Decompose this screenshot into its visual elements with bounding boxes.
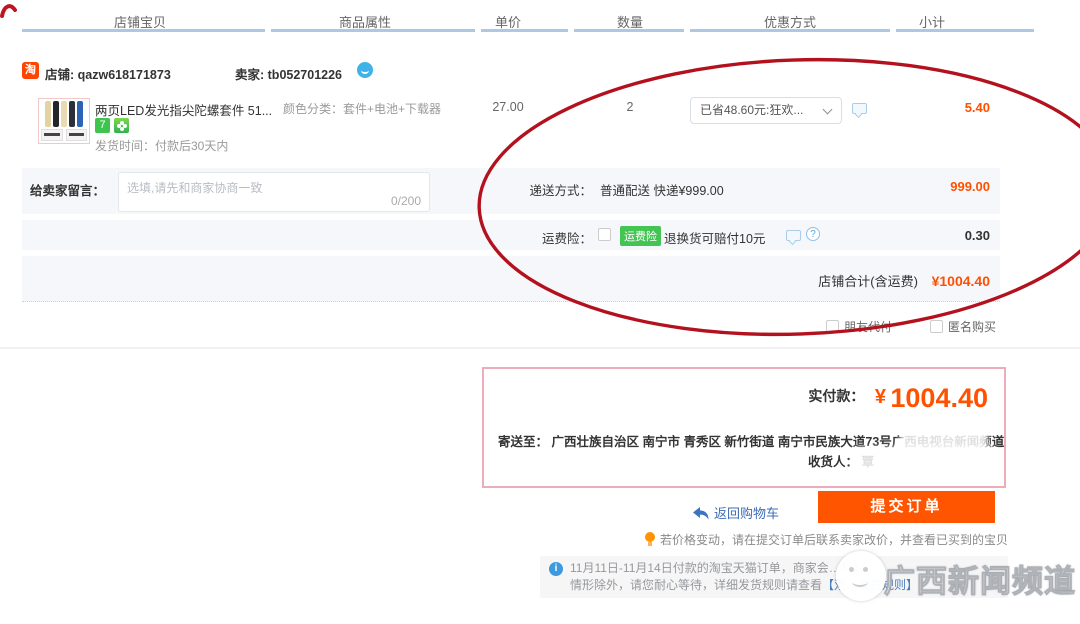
actual-payment-amount: 1004.40 bbox=[890, 383, 988, 413]
payment-summary-box: 实付款： ¥ 1004.40 寄送至： 广西壮族自治区 南宁市 青秀区 新竹街道… bbox=[482, 367, 1006, 488]
anonymous-buy-label: 匿名购买 bbox=[948, 320, 996, 334]
delivery-method-value: 普通配送 快递¥999.00 bbox=[600, 180, 724, 199]
charity-item-icon bbox=[114, 118, 129, 133]
insurance-fee: 0.30 bbox=[870, 228, 990, 243]
header-underline bbox=[896, 29, 1034, 32]
header-underline bbox=[271, 29, 475, 32]
price-change-tip: 若价格变动，请在提交订单后联系卖家改价，并查看已买到的宝贝 bbox=[620, 531, 1008, 548]
product-thumbnail-image bbox=[41, 101, 87, 127]
delivery-method-label: 递送方式： bbox=[492, 180, 592, 199]
privacy-blur bbox=[904, 429, 984, 447]
receiver-label: 收货人： bbox=[808, 455, 858, 469]
seven-day-return-badge: 7 bbox=[95, 118, 110, 133]
column-header-qty: 数量 bbox=[585, 12, 675, 28]
anonymous-buy-checkbox[interactable] bbox=[930, 320, 943, 333]
submit-order-button[interactable]: 提交订单 bbox=[818, 491, 995, 523]
privacy-blur bbox=[856, 451, 994, 475]
freight-insurance-label: 运费险： bbox=[492, 228, 592, 247]
column-header-discount: 优惠方式 bbox=[715, 12, 865, 28]
unit-price: 27.00 bbox=[463, 100, 553, 114]
product-thumbnail[interactable] bbox=[38, 98, 90, 144]
chevron-down-icon bbox=[823, 105, 833, 115]
discount-selected: 已省48.60元:狂欢... bbox=[700, 103, 803, 117]
delivery-fee: 999.00 bbox=[870, 179, 990, 194]
watermark-text: 广西新闻频道 bbox=[884, 556, 1076, 601]
ship-to-label: 寄送至： bbox=[498, 435, 548, 449]
taobao-icon: 淘 bbox=[22, 62, 39, 79]
tv-channel-logo bbox=[836, 551, 886, 601]
taobao-order-confirm-page: 店铺宝贝 商品属性 单价 数量 优惠方式 小计 淘 店铺: qazw618171… bbox=[0, 0, 1080, 624]
message-box: 0/200 bbox=[118, 172, 430, 212]
column-header-attrs: 商品属性 bbox=[275, 12, 455, 28]
header-underline bbox=[690, 29, 890, 32]
insurance-checkbox[interactable] bbox=[598, 228, 611, 241]
shipping-time: 发货时间：付款后30天内 bbox=[95, 137, 228, 154]
back-arrow-icon bbox=[693, 507, 709, 520]
friend-pay-option[interactable]: 朋友代付 bbox=[826, 318, 892, 335]
column-header-price: 单价 bbox=[463, 12, 553, 28]
bulb-icon bbox=[645, 532, 655, 546]
quantity: 2 bbox=[585, 100, 675, 114]
back-to-cart-label: 返回购物车 bbox=[714, 506, 779, 521]
shop-label: 店铺: bbox=[45, 68, 78, 82]
help-question-icon[interactable]: ? bbox=[806, 227, 820, 241]
comment-bubble-icon[interactable] bbox=[786, 230, 801, 241]
header-underline bbox=[574, 29, 684, 32]
message-to-seller-label: 给卖家留言： bbox=[30, 180, 105, 199]
discount-dropdown[interactable]: 已省48.60元:狂欢... bbox=[690, 97, 842, 124]
seller-label: 卖家: bbox=[235, 68, 268, 82]
line-subtotal: 5.40 bbox=[872, 100, 990, 115]
char-counter: 0/200 bbox=[391, 194, 421, 208]
store-total-label: 店铺合计(含运费) bbox=[818, 274, 918, 289]
actual-payment-row: 实付款： ¥ 1004.40 bbox=[808, 383, 988, 414]
store-total-row: 店铺合计(含运费) ¥1004.40 bbox=[560, 271, 990, 290]
shop-name: 店铺: qazw618171873 bbox=[45, 64, 171, 83]
seller-id: tb052701226 bbox=[268, 68, 342, 82]
friend-pay-checkbox[interactable] bbox=[826, 320, 839, 333]
store-total-amount: ¥1004.40 bbox=[932, 273, 990, 289]
message-input[interactable] bbox=[119, 173, 429, 211]
red-corner-mark bbox=[2, 6, 15, 16]
section-divider bbox=[0, 347, 1080, 349]
currency-symbol: ¥ bbox=[875, 386, 886, 408]
product-title[interactable]: 两页LED发光指尖陀螺套件 51... bbox=[95, 100, 281, 119]
column-header-items: 店铺宝贝 bbox=[40, 12, 240, 28]
wangwang-messenger-icon[interactable] bbox=[357, 62, 373, 78]
comment-bubble-icon[interactable] bbox=[852, 103, 867, 114]
insurance-desc: 退换货可赔付10元 bbox=[664, 228, 765, 247]
insurance-badge: 运费险 bbox=[620, 226, 661, 246]
header-underline bbox=[481, 29, 568, 32]
seller-name: 卖家: tb052701226 bbox=[235, 64, 342, 83]
anonymous-buy-option[interactable]: 匿名购买 bbox=[930, 318, 996, 335]
shop-id: qazw618171873 bbox=[78, 68, 171, 82]
info-icon: i bbox=[549, 562, 563, 576]
actual-payment-label: 实付款： bbox=[808, 388, 864, 404]
header-underline bbox=[22, 29, 265, 32]
back-to-cart-link[interactable]: 返回购物车 bbox=[693, 503, 779, 522]
friend-pay-label: 朋友代付 bbox=[844, 320, 892, 334]
product-attributes: 颜色分类：套件+电池+下载器 bbox=[283, 100, 441, 117]
column-header-subtotal: 小计 bbox=[872, 12, 992, 28]
